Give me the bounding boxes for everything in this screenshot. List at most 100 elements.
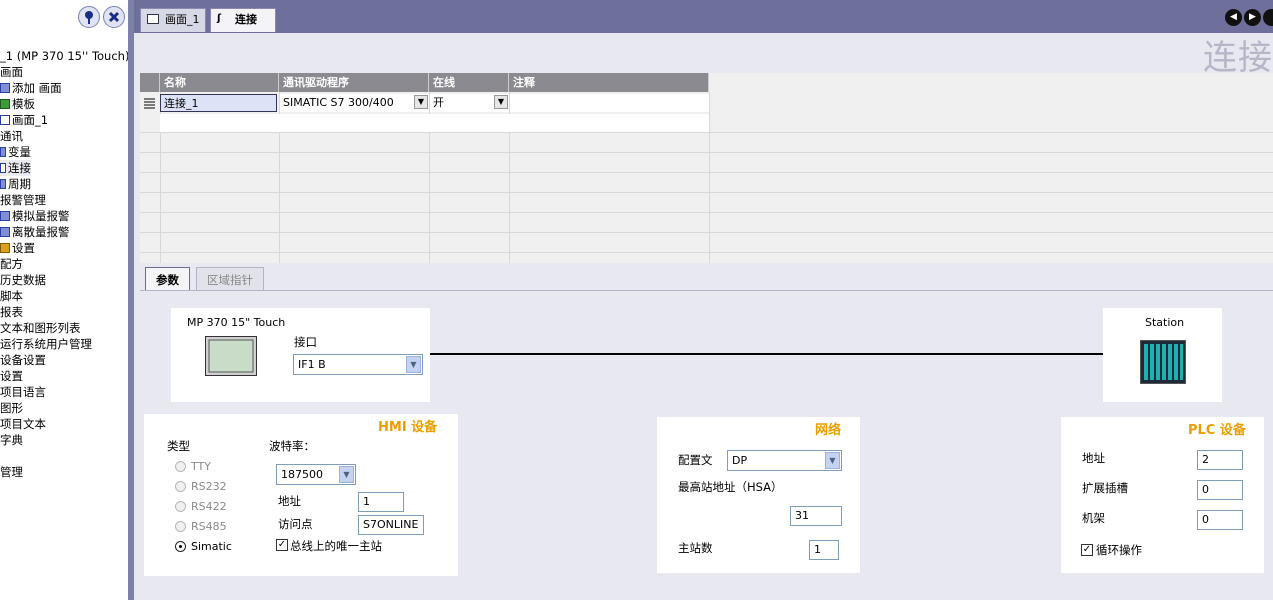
hmi-device-box: MP 370 15" Touch 接口 IF1 B ▼ xyxy=(171,308,430,402)
tree-item-graphics[interactable]: 图形 xyxy=(0,400,23,416)
table-new-row[interactable] xyxy=(160,114,709,132)
cell-connection-name[interactable]: 连接_1 xyxy=(160,94,277,112)
tree-item-project-texts[interactable]: 项目文本 xyxy=(0,416,46,432)
slot-label: 扩展插槽 xyxy=(1082,481,1128,495)
rack-input[interactable]: 0 xyxy=(1197,510,1243,530)
cell-online-select[interactable]: 开 ▼ xyxy=(430,94,509,112)
grid-line xyxy=(140,132,1273,133)
radio-rs232[interactable] xyxy=(175,481,186,492)
tree-item-device-settings[interactable]: 设备设置 xyxy=(0,352,46,368)
radio-simatic[interactable] xyxy=(175,541,186,552)
tree-item-cycles[interactable]: 周期 xyxy=(0,176,31,192)
tree-item-connections[interactable]: 连接 xyxy=(0,160,31,176)
tab-screen-1[interactable]: 画面_1 xyxy=(140,8,206,32)
only-master-label: 总线上的唯一主站 xyxy=(290,539,382,553)
network-line xyxy=(430,353,1103,355)
column-header-comment[interactable]: 注释 xyxy=(509,73,709,92)
profile-value: DP xyxy=(732,454,748,467)
column-header-name[interactable]: 名称 xyxy=(160,73,279,92)
tab-area-pointers[interactable]: 区域指针 xyxy=(196,267,264,291)
plc-station-icon[interactable] xyxy=(1140,340,1186,384)
tree-item-screens[interactable]: 画面 xyxy=(0,64,23,80)
tree-item-dictionary[interactable]: 字典 xyxy=(0,432,23,448)
access-point-input[interactable]: S7ONLINE xyxy=(358,515,424,535)
connection-icon xyxy=(0,163,6,173)
tree-item-scripts[interactable]: 脚本 xyxy=(0,288,23,304)
radio-rs485-label: RS485 xyxy=(191,520,227,533)
next-icon[interactable]: ▶ xyxy=(1244,9,1261,26)
settings-icon xyxy=(0,243,10,253)
tree-item-runtime-user-admin[interactable]: 运行系统用户管理 xyxy=(0,336,92,352)
address-label: 地址 xyxy=(278,494,301,508)
tree-item-reports[interactable]: 报表 xyxy=(0,304,23,320)
interface-select[interactable]: IF1 B ▼ xyxy=(293,354,423,375)
rack-label: 机架 xyxy=(1082,511,1105,525)
tree-item-project-languages[interactable]: 项目语言 xyxy=(0,384,46,400)
analog-alarm-icon xyxy=(0,211,10,221)
chevron-down-icon[interactable]: ▼ xyxy=(339,466,354,483)
tab-divider xyxy=(140,290,1273,291)
tree-item-discrete-alarms[interactable]: 离散量报警 xyxy=(0,224,70,240)
tree-item-historical-data[interactable]: 历史数据 xyxy=(0,272,46,288)
tree-item-recipes[interactable]: 配方 xyxy=(0,256,23,272)
radio-rs485[interactable] xyxy=(175,521,186,532)
tree-item-label: 周期 xyxy=(8,177,31,191)
radio-rs232-label: RS232 xyxy=(191,480,227,493)
tree-item-management[interactable]: 管理 xyxy=(0,464,23,480)
tree-item-label: 模板 xyxy=(12,97,35,111)
masters-input[interactable]: 1 xyxy=(809,540,839,560)
tree-item-screen-1[interactable]: 画面_1 xyxy=(0,112,48,128)
tree-item-tags[interactable]: 变量 xyxy=(0,144,31,160)
tree-item-add-screen[interactable]: 添加 画面 xyxy=(0,80,62,96)
tree-item-text-graphic-lists[interactable]: 文本和图形列表 xyxy=(0,320,81,336)
baud-value: 187500 xyxy=(281,468,323,481)
chevron-down-icon[interactable]: ▼ xyxy=(406,356,421,373)
hmi-address-input[interactable]: 1 xyxy=(358,492,404,512)
radio-rs422[interactable] xyxy=(175,501,186,512)
hmi-panel-icon[interactable] xyxy=(205,336,257,376)
connections-table: 名称 通讯驱动程序 在线 注释 连接_1 SIMATIC S7 300/400 … xyxy=(140,73,1273,263)
header-filler xyxy=(709,73,1273,92)
splitter[interactable] xyxy=(128,0,134,600)
only-master-checkbox[interactable]: ✓ xyxy=(276,539,288,551)
tree-item-label: 画面_1 xyxy=(12,113,49,127)
tree-item-settings[interactable]: 设置 xyxy=(0,368,23,384)
tree-item-analog-alarms[interactable]: 模拟量报警 xyxy=(0,208,70,224)
cell-comment[interactable] xyxy=(510,94,709,112)
profile-select[interactable]: DP ▼ xyxy=(727,450,842,471)
chevron-down-icon[interactable]: ▼ xyxy=(825,452,840,469)
tree-root[interactable]: _1 (MP 370 15'' Touch) xyxy=(0,48,128,64)
hsa-input[interactable]: 31 xyxy=(790,506,842,526)
screen-icon xyxy=(0,115,10,125)
masters-label: 主站数 xyxy=(678,541,713,555)
tab-parameters[interactable]: 参数 xyxy=(145,267,190,291)
cell-driver-select[interactable]: SIMATIC S7 300/400 ▼ xyxy=(280,94,429,112)
column-header-driver[interactable]: 通讯驱动程序 xyxy=(279,73,429,92)
slot-input[interactable]: 0 xyxy=(1197,480,1243,500)
row-header-corner xyxy=(140,73,160,92)
cyclic-operation-checkbox[interactable]: ✓ xyxy=(1081,544,1093,556)
radio-tty[interactable] xyxy=(175,461,186,472)
close-icon[interactable] xyxy=(103,6,125,28)
tree-item-alarm-management[interactable]: 报警管理 xyxy=(0,192,46,208)
tree-item-communication[interactable]: 通讯 xyxy=(0,128,23,144)
chevron-down-icon[interactable]: ▼ xyxy=(494,95,508,109)
plc-address-input[interactable]: 2 xyxy=(1197,450,1243,470)
prev-icon[interactable]: ◀ xyxy=(1225,9,1242,26)
tab-connections[interactable]: ʃ 连接 xyxy=(210,8,276,32)
column-header-online[interactable]: 在线 xyxy=(429,73,509,92)
tree-item-alarm-settings[interactable]: 设置 xyxy=(0,240,35,256)
network-panel: 网络 配置文 DP ▼ 最高站地址（HSA） 31 主站数 1 xyxy=(657,417,860,573)
hmi-settings-panel: HMI 设备 类型 TTY RS232 RS422 RS485 Simatic … xyxy=(144,414,458,576)
pin-icon[interactable] xyxy=(78,6,100,28)
row-selector-icon[interactable] xyxy=(140,94,159,112)
tree-item-template[interactable]: 模板 xyxy=(0,96,35,112)
close-editor-icon[interactable] xyxy=(1263,9,1273,26)
plc-settings-panel: PLC 设备 地址 2 扩展插槽 0 机架 0 ✓ 循环操作 xyxy=(1061,417,1264,573)
chevron-down-icon[interactable]: ▼ xyxy=(414,95,428,109)
tree-item-label: 设置 xyxy=(12,241,35,255)
discrete-alarm-icon xyxy=(0,227,10,237)
baud-select[interactable]: 187500 ▼ xyxy=(276,464,356,485)
access-point-label: 访问点 xyxy=(278,517,313,531)
network-panel-title: 网络 xyxy=(815,423,842,438)
